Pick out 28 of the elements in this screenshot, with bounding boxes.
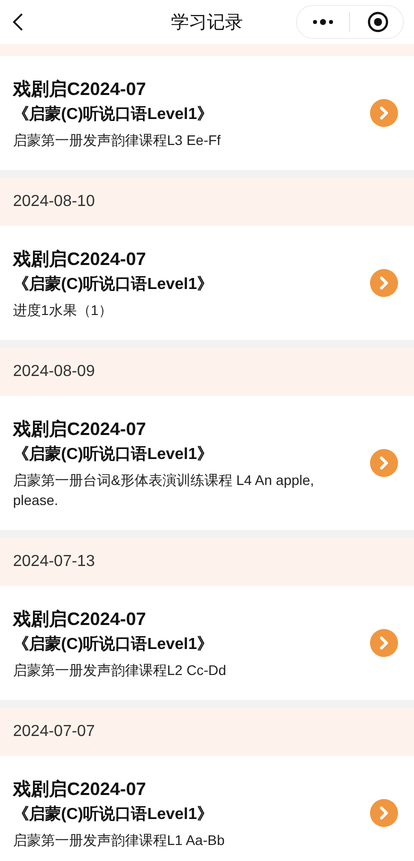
lesson-name: 启蒙第一册发声韵律课程L2 Cc-Dd — [13, 661, 228, 680]
lesson-name: 启蒙第一册台词&形体表演训练课程 L4 An apple, please. — [13, 471, 316, 510]
record-card[interactable]: 戏剧启C2024-07 《启蒙(C)听说口语Level1》 启蒙第一册台词&形体表演训练课程 L4 An apple, please. — [0, 396, 414, 530]
record-card[interactable]: 戏剧启C2024-07 《启蒙(C)听说口语Level1》 启蒙第一册发声韵律课程L3 Ee-Ff — [0, 56, 414, 170]
record-title: 戏剧启C2024-07 — [13, 608, 148, 631]
record-icon[interactable] — [367, 11, 389, 33]
course-name: 《启蒙(C)听说口语Level1》 — [13, 634, 214, 655]
date-header: 2024-08-10 — [13, 192, 95, 212]
date-header: 2024-07-13 — [13, 552, 95, 572]
lesson-name: 启蒙第一册发声韵律课程L3 Ee-Ff — [13, 131, 222, 150]
more-icon[interactable] — [312, 19, 334, 25]
lesson-name: 进度1水果（1） — [13, 301, 114, 320]
record-card[interactable]: 戏剧启C2024-07 《启蒙(C)听说口语Level1》 启蒙第一册发声韵律课程L1 Aa-Bb — [0, 756, 414, 861]
date-header: 2024-08-09 — [13, 362, 95, 382]
record-title: 戏剧启C2024-07 — [13, 778, 148, 801]
course-name: 《启蒙(C)听说口语Level1》 — [13, 274, 214, 295]
record-title: 戏剧启C2024-07 — [13, 248, 148, 271]
record-title: 戏剧启C2024-07 — [13, 418, 148, 441]
course-name: 《启蒙(C)听说口语Level1》 — [13, 804, 214, 825]
lesson-name: 启蒙第一册发声韵律课程L1 Aa-Bb — [13, 831, 226, 850]
record-title: 戏剧启C2024-07 — [13, 78, 148, 101]
date-header: 2024-07-07 — [13, 722, 95, 742]
back-icon[interactable] — [12, 12, 24, 32]
course-name: 《启蒙(C)听说口语Level1》 — [13, 444, 214, 465]
record-card[interactable]: 戏剧启C2024-07 《启蒙(C)听说口语Level1》 进度1水果（1） — [0, 226, 414, 340]
page-title: 学习记录 — [171, 10, 243, 34]
course-name: 《启蒙(C)听说口语Level1》 — [13, 104, 214, 125]
record-card[interactable]: 戏剧启C2024-07 《启蒙(C)听说口语Level1》 启蒙第一册发声韵律课程L2 Cc-Dd — [0, 586, 414, 700]
